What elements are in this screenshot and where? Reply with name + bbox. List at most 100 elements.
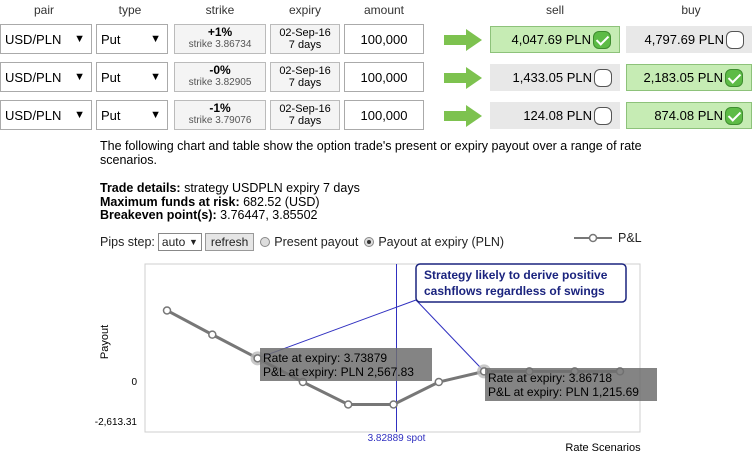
expiry-payout-radio[interactable] [364, 237, 375, 247]
pair-value: USD/PLN [5, 69, 62, 85]
data-point[interactable] [208, 330, 217, 339]
expiry-field[interactable]: 02-Sep-16 7 days [270, 24, 340, 54]
sell-price-button[interactable]: 4,047.69 PLN [490, 26, 620, 53]
type-value: Put [101, 107, 121, 123]
pips-step-select[interactable]: auto ▼ [157, 233, 202, 251]
strike-percent: +1% [207, 25, 233, 39]
trade-row-2: USD/PLN ▼ Put ▼ -0% strike 3.82905 02-Sep-1… [0, 62, 756, 92]
expiry-date: 02-Sep-16 [279, 27, 331, 39]
dropdown-caret-icon: ▼ [74, 109, 85, 121]
data-point[interactable] [253, 354, 262, 363]
refresh-button[interactable]: refresh [204, 233, 255, 251]
pair-select[interactable]: USD/PLN ▼ [0, 24, 92, 54]
data-point[interactable] [389, 400, 398, 409]
type-select[interactable]: Put ▼ [96, 100, 168, 130]
buy-price: 2,183.05 PLN [643, 70, 723, 85]
data-point[interactable] [162, 306, 172, 315]
header-expiry: expiry [288, 3, 321, 17]
trade-row-1: USD/PLN ▼ Put ▼ +1% strike 3.86734 02-Sep-1… [0, 24, 756, 54]
sell-price: 124.08 PLN [523, 108, 592, 123]
dropdown-caret-icon: ▼ [74, 71, 85, 83]
breakeven-value: 3.76447, 3.85502 [216, 208, 318, 222]
type-select[interactable]: Put ▼ [96, 24, 168, 54]
sell-price-button[interactable]: 1,433.05 PLN [490, 64, 620, 91]
tooltip-rate: Rate at expiry: 3.86718 [488, 371, 612, 385]
expiry-days: 7 days [288, 115, 322, 127]
data-point[interactable] [570, 367, 579, 376]
data-point[interactable] [343, 400, 353, 409]
expiry-field[interactable]: 02-Sep-16 7 days [270, 62, 340, 92]
spot-label: 3.82889 spot [368, 433, 426, 444]
tooltip-box [485, 368, 657, 401]
type-select[interactable]: Put ▼ [96, 62, 168, 92]
buy-price-button[interactable]: 4,797.69 PLN [626, 26, 752, 53]
trade-details-label: Trade details: [100, 181, 181, 195]
y-tick-label: 0 [131, 377, 137, 388]
header-strike: strike [205, 3, 235, 17]
legend-label: P&L [618, 231, 642, 245]
data-point-halo [477, 364, 492, 379]
strike-percent: -1% [209, 101, 231, 115]
sell-price-button[interactable]: 124.08 PLN [490, 102, 620, 129]
header-buy: buy [681, 3, 701, 17]
expiry-field[interactable]: 02-Sep-16 7 days [270, 100, 340, 130]
pair-value: USD/PLN [5, 31, 62, 47]
tooltip-pnl: P&L at expiry: PLN 2,567.83 [263, 365, 414, 379]
type-value: Put [101, 31, 121, 47]
checkbox-checked-icon[interactable] [593, 30, 611, 49]
present-payout-label: Present payout [274, 235, 359, 249]
amount-input[interactable]: 100,000 [344, 24, 424, 54]
buy-price-button[interactable]: 874.08 PLN [626, 102, 752, 129]
amount-input[interactable]: 100,000 [344, 100, 424, 130]
data-point[interactable] [298, 377, 308, 387]
sell-price: 1,433.05 PLN [512, 70, 592, 85]
pair-select[interactable]: USD/PLN ▼ [0, 62, 92, 92]
chart-controls: Pips step: auto ▼ refresh Present payout … [100, 232, 504, 252]
max-funds-label: Maximum funds at risk: [100, 194, 240, 209]
data-point[interactable] [615, 367, 625, 376]
dropdown-caret-icon: ▼ [150, 71, 161, 83]
strike-percent: -0% [209, 63, 231, 77]
strike-value: strike 3.86734 [188, 39, 252, 50]
data-point[interactable] [434, 377, 444, 387]
callout-box [415, 263, 627, 303]
data-point-halo [250, 351, 265, 366]
strike-field[interactable]: -1% strike 3.79076 [174, 100, 266, 130]
dropdown-caret-icon: ▼ [150, 33, 161, 45]
checkbox-checked-icon[interactable] [725, 106, 743, 125]
chart-legend: P&L [574, 231, 642, 245]
checkbox-empty-icon[interactable] [594, 68, 612, 87]
tooltip-pnl: P&L at expiry: PLN 1,215.69 [488, 385, 639, 399]
plot-area [144, 263, 641, 433]
max-funds-value: 682.52 (USD) [239, 194, 320, 209]
arrow-right-icon [444, 105, 482, 127]
strike-field[interactable]: -0% strike 3.82905 [174, 62, 266, 92]
header-amount: amount [363, 3, 405, 17]
amount-input[interactable]: 100,000 [344, 62, 424, 92]
dropdown-caret-icon: ▼ [74, 33, 85, 45]
breakeven-label: Breakeven point(s): [100, 208, 217, 222]
chart-description: The following chart and table show the o… [100, 139, 642, 167]
callout-pointer [415, 299, 485, 372]
type-value: Put [101, 69, 121, 85]
present-payout-radio[interactable] [260, 237, 271, 247]
data-point[interactable] [479, 367, 489, 376]
callout-text: Strategy likely to derive positive [424, 268, 608, 282]
pair-select[interactable]: USD/PLN ▼ [0, 100, 92, 130]
checkbox-empty-icon[interactable] [594, 106, 612, 125]
x-axis-label: Rate Scenarios [565, 442, 641, 454]
dropdown-caret-icon: ▼ [150, 109, 161, 121]
buy-price-button[interactable]: 2,183.05 PLN [626, 64, 752, 91]
header-pair: pair [33, 3, 54, 17]
buy-price: 874.08 PLN [654, 108, 723, 123]
legend-line-icon [574, 233, 612, 243]
expiry-days: 7 days [288, 77, 322, 89]
tooltip-rate: Rate at expiry: 3.73879 [263, 351, 387, 365]
header-sell: sell [545, 3, 564, 17]
checkbox-checked-icon[interactable] [725, 68, 743, 87]
dropdown-caret-icon: ▼ [188, 237, 198, 247]
data-point[interactable] [525, 367, 534, 376]
y-tick-label: -2,613.31 [95, 417, 138, 428]
strike-field[interactable]: +1% strike 3.86734 [174, 24, 266, 54]
checkbox-empty-icon[interactable] [726, 30, 744, 49]
